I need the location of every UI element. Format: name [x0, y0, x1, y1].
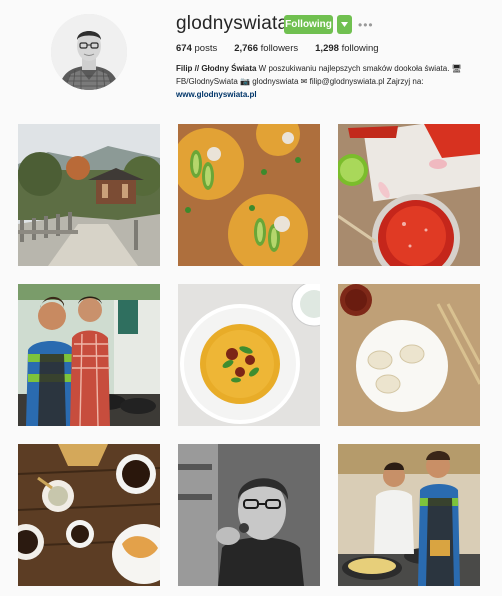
followers-count-label: followers — [260, 43, 299, 54]
post-tile-coffee-croissant-flatlay[interactable] — [18, 444, 160, 586]
post-image — [338, 444, 480, 586]
post-image — [178, 124, 320, 266]
following-count-label: following — [341, 43, 379, 54]
website-link[interactable]: www.glodnyswiata.pl — [176, 90, 257, 99]
chevron-down-icon — [341, 22, 348, 27]
followers-count-value: 2,766 — [234, 43, 258, 54]
post-image — [338, 124, 480, 266]
post-image — [178, 284, 320, 426]
more-options-icon[interactable]: ••• — [358, 18, 374, 32]
profile-stats: 674 posts 2,766 followers 1,298 followin… — [176, 43, 396, 54]
bio-description: W poszukiwaniu najlepszych smaków dookoł… — [256, 64, 462, 73]
avatar-image — [51, 14, 127, 90]
post-tile-curry-soup-bowl[interactable] — [178, 284, 320, 426]
post-tile-friends-cooking[interactable] — [18, 284, 160, 426]
bio-line-2: FB/GlodnySwiata 📷 glodnyswiata ✉ filip@g… — [176, 77, 424, 86]
posts-count-label: posts — [194, 43, 218, 54]
post-tile-cooking-class[interactable] — [338, 444, 480, 586]
post-tile-dumplings-plate[interactable] — [338, 284, 480, 426]
post-tile-avocado-tostadas[interactable] — [178, 124, 320, 266]
posts-count-value: 674 — [176, 43, 192, 54]
following-button[interactable]: Following — [284, 15, 333, 34]
post-image — [18, 284, 160, 426]
profile-bio: Filip // Głodny Świata W poszukiwaniu na… — [176, 62, 496, 101]
post-image — [338, 284, 480, 426]
post-tile-tomato-salsa[interactable] — [338, 124, 480, 266]
profile-header: glodnyswiata Following ••• 674 posts 2,7… — [0, 0, 502, 110]
post-tile-korean-palace-bridge[interactable] — [18, 124, 160, 266]
post-image — [178, 444, 320, 586]
post-image — [18, 124, 160, 266]
bio-full-name: Filip // Głodny Świata — [176, 64, 257, 73]
profile-avatar[interactable] — [51, 14, 127, 90]
following-count-value: 1,298 — [315, 43, 339, 54]
following-count[interactable]: 1,298 following — [315, 43, 378, 54]
post-image — [18, 444, 160, 586]
followers-count[interactable]: 2,766 followers — [234, 43, 298, 54]
post-tile-man-eating-bw[interactable] — [178, 444, 320, 586]
bio-line-1: Filip // Głodny Świata W poszukiwaniu na… — [176, 62, 496, 75]
posts-count: 674 posts — [176, 43, 217, 54]
suggestions-dropdown-button[interactable] — [337, 15, 352, 34]
profile-username: glodnyswiata — [176, 13, 289, 34]
